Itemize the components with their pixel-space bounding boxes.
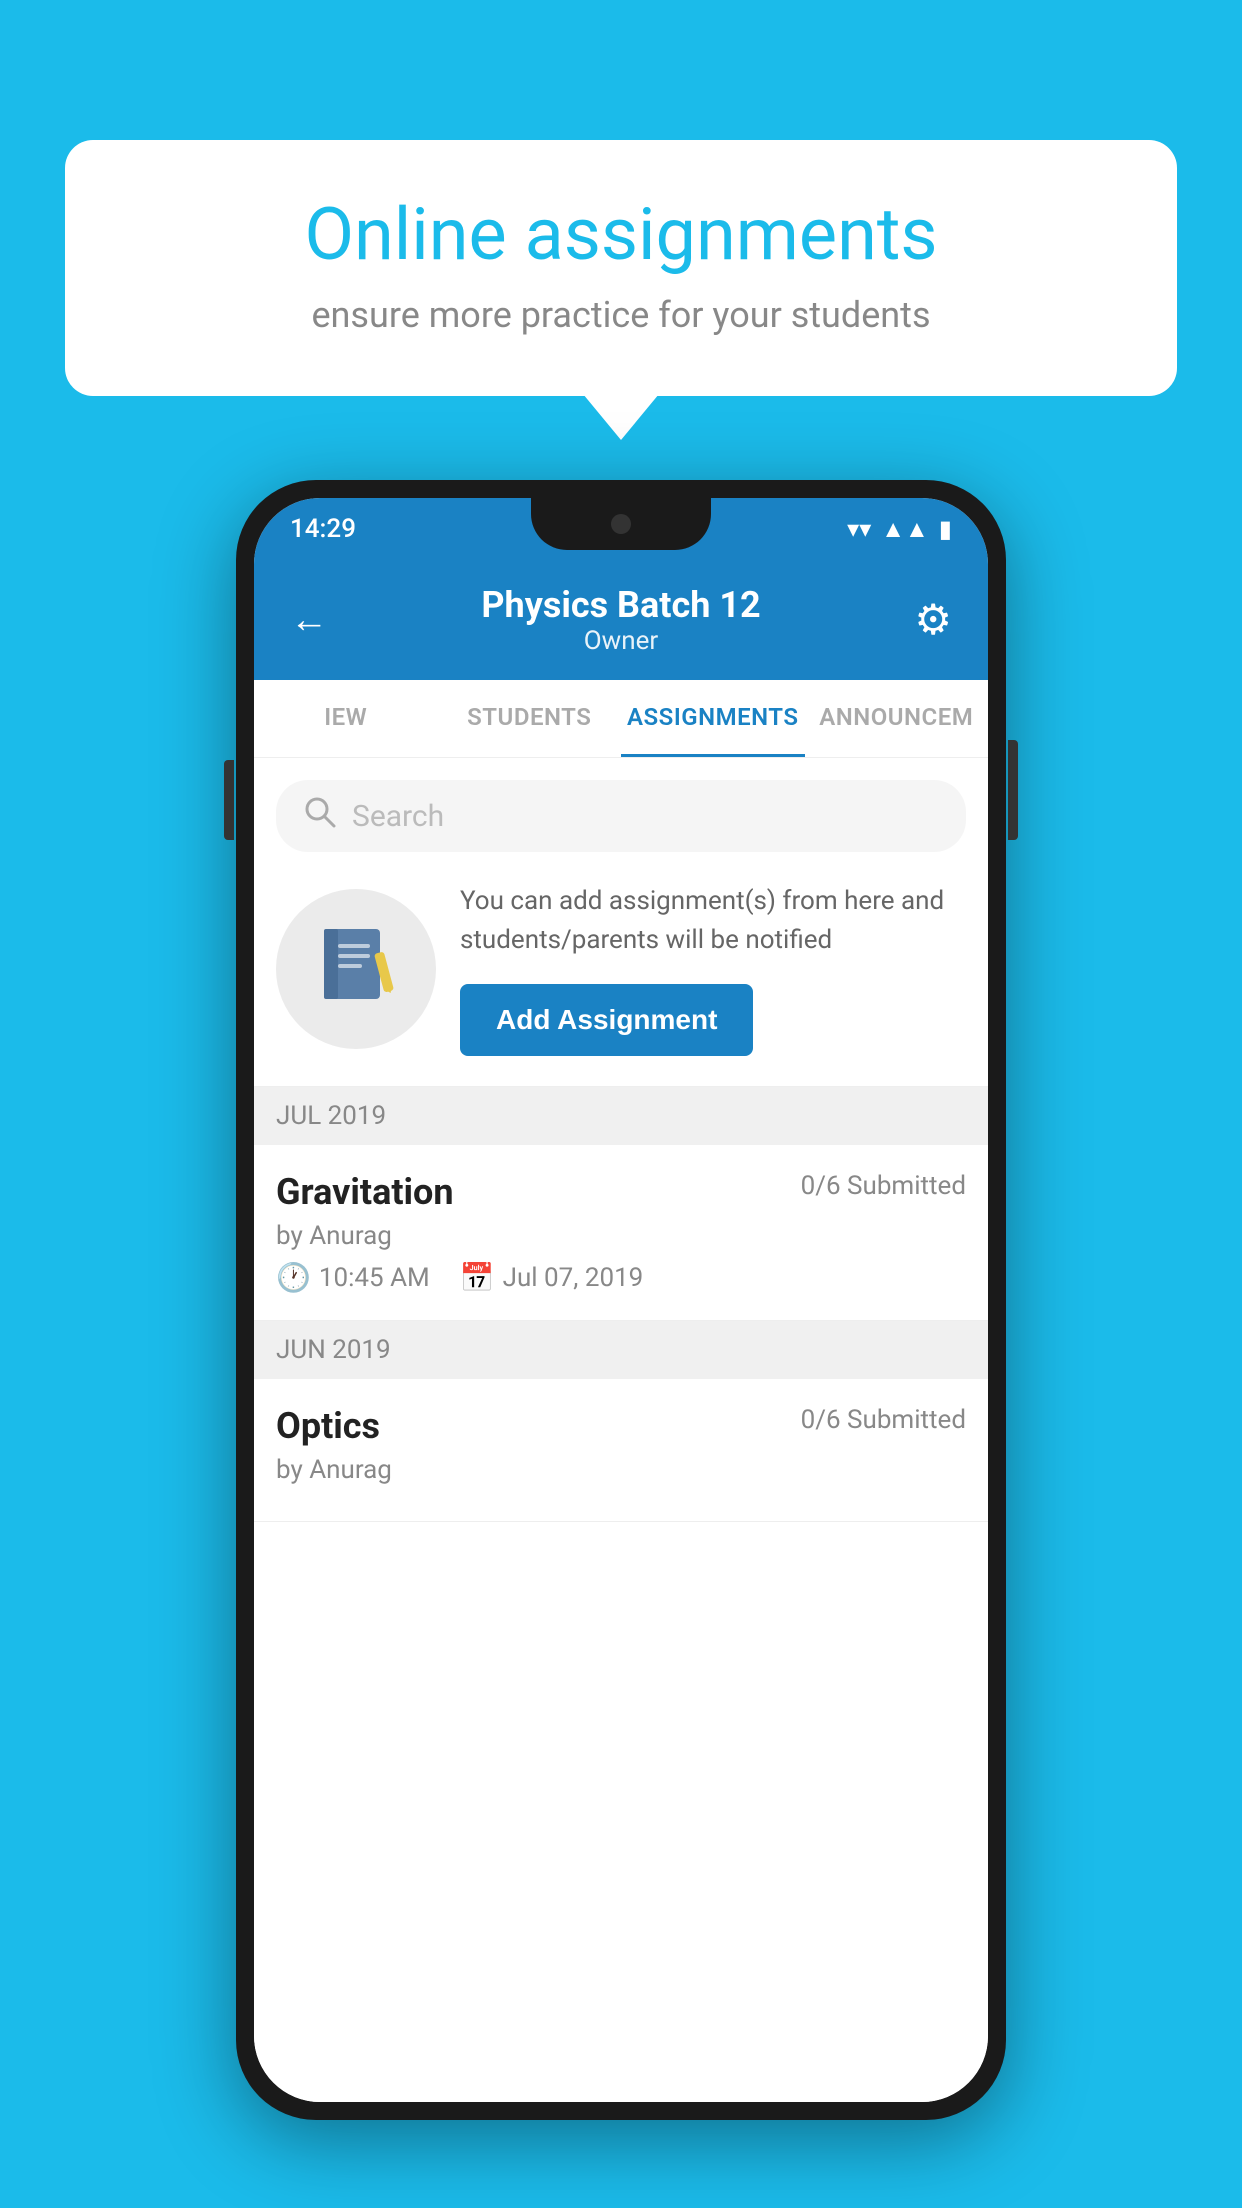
assignment-time: 10:45 AM — [319, 1263, 430, 1293]
tabs-container: IEW STUDENTS ASSIGNMENTS ANNOUNCEM — [254, 680, 988, 758]
month-divider-jul: JUL 2019 — [254, 1087, 988, 1145]
meta-time: 🕐 10:45 AM — [276, 1261, 430, 1294]
meta-date: 📅 Jul 07, 2019 — [460, 1261, 644, 1294]
assignment-by: by Anurag — [276, 1221, 966, 1251]
phone-outer: 14:29 ▾▾ ▲▲ ▮ ← Physics Batch 12 Owner ⚙ — [236, 480, 1006, 2120]
header-title: Physics Batch 12 — [481, 584, 760, 626]
assignment-meta: 🕐 10:45 AM 📅 Jul 07, 2019 — [276, 1261, 966, 1294]
promo-icon-circle — [276, 889, 436, 1049]
screen-content: Search — [254, 758, 988, 2102]
status-icons: ▾▾ ▲▲ ▮ — [847, 515, 952, 544]
month-divider-jun: JUN 2019 — [254, 1321, 988, 1379]
promo-right: You can add assignment(s) from here and … — [460, 882, 966, 1056]
assignment-submitted-optics: 0/6 Submitted — [801, 1405, 966, 1435]
header-title-block: Physics Batch 12 Owner — [481, 584, 760, 656]
add-assignment-button[interactable]: Add Assignment — [460, 984, 753, 1056]
assignment-submitted: 0/6 Submitted — [801, 1171, 966, 1201]
tab-iew[interactable]: IEW — [254, 680, 438, 757]
back-button[interactable]: ← — [290, 598, 328, 642]
app-header: ← Physics Batch 12 Owner ⚙ — [254, 560, 988, 680]
notebook-icon — [316, 924, 396, 1014]
phone-frame: 14:29 ▾▾ ▲▲ ▮ ← Physics Batch 12 Owner ⚙ — [236, 480, 1006, 2120]
calendar-icon: 📅 — [460, 1261, 495, 1294]
settings-icon[interactable]: ⚙ — [914, 595, 952, 645]
battery-icon: ▮ — [939, 515, 952, 543]
search-bar[interactable]: Search — [276, 780, 966, 852]
promo-text: You can add assignment(s) from here and … — [460, 882, 966, 960]
assignment-item-optics[interactable]: Optics 0/6 Submitted by Anurag — [254, 1379, 988, 1522]
speech-bubble-container: Online assignments ensure more practice … — [65, 140, 1177, 396]
phone-notch — [531, 498, 711, 550]
assignment-name-optics: Optics — [276, 1405, 380, 1447]
promo-block: You can add assignment(s) from here and … — [254, 852, 988, 1087]
search-icon — [304, 796, 336, 836]
status-time: 14:29 — [290, 514, 356, 544]
tab-students[interactable]: STUDENTS — [438, 680, 622, 757]
tab-assignments[interactable]: ASSIGNMENTS — [621, 680, 805, 757]
speech-bubble-title: Online assignments — [125, 195, 1117, 274]
search-placeholder: Search — [352, 799, 444, 834]
assignment-item-gravitation[interactable]: Gravitation 0/6 Submitted by Anurag 🕐 10… — [254, 1145, 988, 1321]
speech-bubble: Online assignments ensure more practice … — [65, 140, 1177, 396]
signal-icon: ▲▲ — [881, 515, 929, 544]
wifi-icon: ▾▾ — [847, 515, 871, 543]
assignment-top-row-optics: Optics 0/6 Submitted — [276, 1405, 966, 1447]
assignment-name: Gravitation — [276, 1171, 454, 1213]
assignment-top-row: Gravitation 0/6 Submitted — [276, 1171, 966, 1213]
tab-announcements[interactable]: ANNOUNCEM — [805, 680, 989, 757]
speech-bubble-subtitle: ensure more practice for your students — [125, 294, 1117, 336]
header-subtitle: Owner — [481, 626, 760, 656]
clock-icon: 🕐 — [276, 1261, 311, 1294]
assignment-by-optics: by Anurag — [276, 1455, 966, 1485]
assignment-date: Jul 07, 2019 — [503, 1263, 644, 1293]
phone-screen: 14:29 ▾▾ ▲▲ ▮ ← Physics Batch 12 Owner ⚙ — [254, 498, 988, 2102]
camera — [611, 514, 631, 534]
